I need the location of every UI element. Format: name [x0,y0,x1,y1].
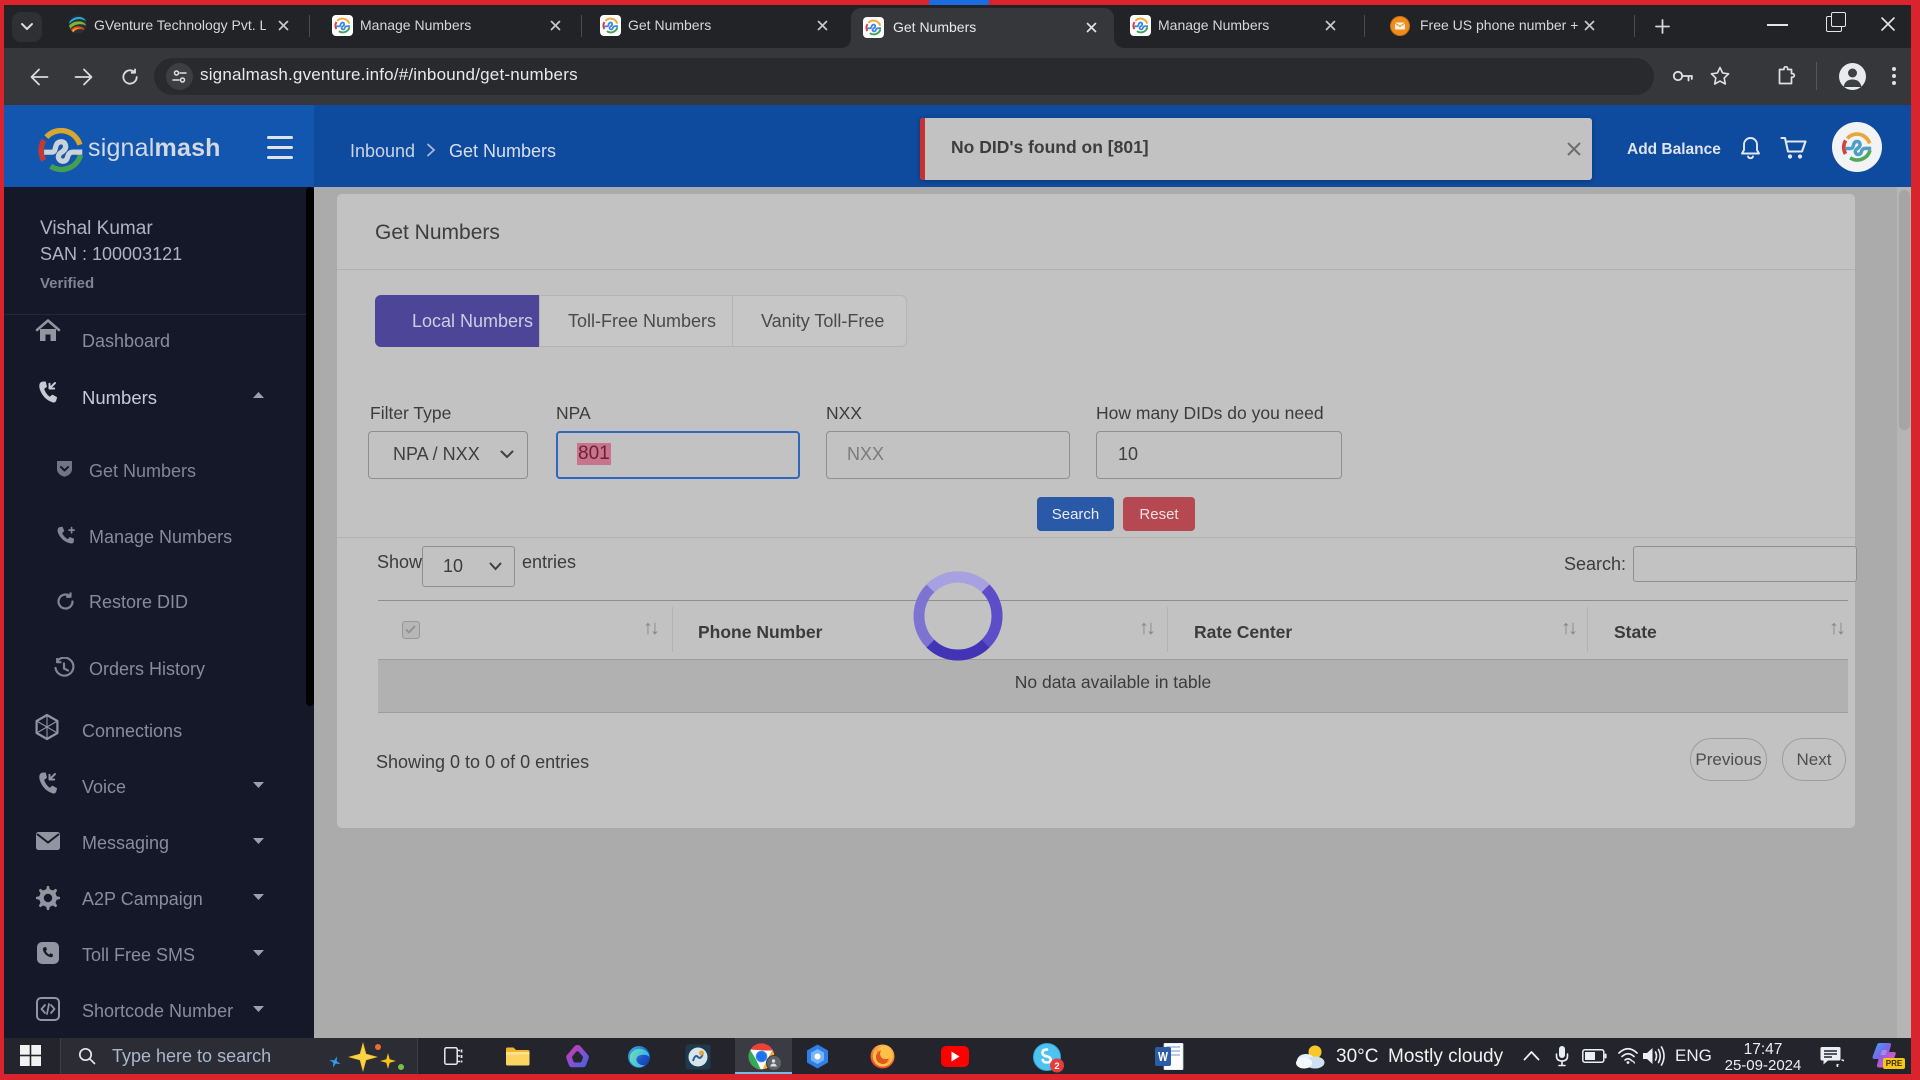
svg-text:2: 2 [1054,1061,1059,1072]
